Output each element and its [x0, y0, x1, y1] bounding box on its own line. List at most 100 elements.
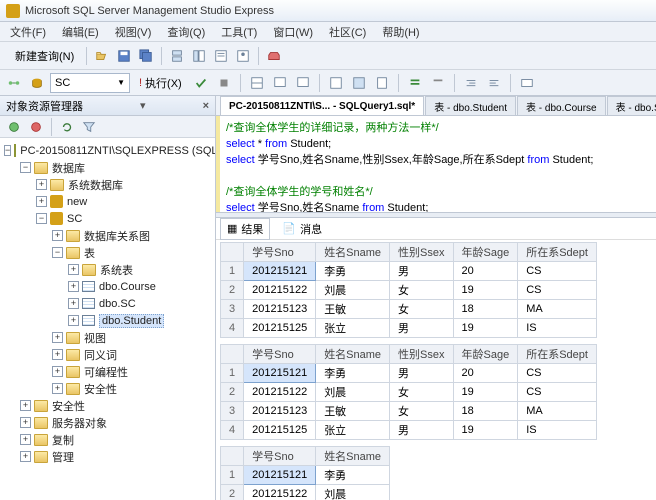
tab-sc[interactable]: 表 - dbo.SC [607, 96, 656, 115]
tab-course[interactable]: 表 - dbo.Course [517, 96, 606, 115]
results-text-button[interactable] [326, 73, 346, 93]
tab-query[interactable]: PC-20150811ZNTI\S... - SQLQuery1.sql* [220, 96, 424, 115]
cell[interactable]: 201215125 [244, 421, 316, 440]
menu-query[interactable]: 查询(Q) [161, 22, 211, 42]
available-db-button[interactable] [27, 73, 47, 93]
refresh-button[interactable] [57, 117, 77, 137]
toolbox-button[interactable] [264, 46, 284, 66]
menu-file[interactable]: 文件(F) [4, 22, 52, 42]
col-header[interactable]: 学号Sno [244, 345, 316, 364]
expander-icon[interactable]: + [36, 179, 47, 190]
expander-icon[interactable]: − [36, 213, 47, 224]
tree-tables[interactable]: 表 [84, 245, 95, 261]
cell[interactable]: 王敏 [316, 402, 390, 421]
tree-sc[interactable]: SC [67, 213, 82, 225]
menu-edit[interactable]: 编辑(E) [56, 22, 105, 42]
new-query-button[interactable]: 新建查询(N) [4, 45, 81, 67]
cell[interactable]: 201215125 [244, 319, 316, 338]
cell[interactable]: CS [518, 281, 597, 300]
cell[interactable]: 刘晨 [316, 485, 390, 500]
col-header[interactable]: 学号Sno [244, 447, 316, 466]
col-header[interactable]: 性别Ssex [390, 345, 453, 364]
col-header[interactable]: 所在系Sdept [518, 243, 597, 262]
expander-icon[interactable]: − [4, 145, 11, 156]
expander-icon[interactable]: + [20, 417, 31, 428]
expander-icon[interactable]: + [20, 434, 31, 445]
tab-student[interactable]: 表 - dbo.Student [425, 96, 516, 115]
cell[interactable]: 19 [453, 421, 518, 440]
properties-button[interactable] [233, 46, 253, 66]
cell[interactable]: 李勇 [316, 466, 390, 485]
tree-student[interactable]: dbo.Student [99, 314, 164, 328]
database-combo[interactable]: SC ▼ [50, 73, 130, 93]
cell[interactable]: 20 [453, 364, 518, 383]
row-number[interactable]: 2 [221, 485, 244, 500]
cell[interactable]: 19 [453, 281, 518, 300]
cell[interactable]: CS [518, 364, 597, 383]
cell[interactable]: 201215122 [244, 281, 316, 300]
row-number[interactable]: 2 [221, 281, 244, 300]
cell[interactable]: 男 [390, 319, 453, 338]
cell[interactable]: 19 [453, 383, 518, 402]
results-file-button[interactable] [372, 73, 392, 93]
registered-servers-button[interactable] [167, 46, 187, 66]
cell[interactable]: CS [518, 262, 597, 281]
save-button[interactable] [114, 46, 134, 66]
col-header[interactable]: 年龄Sage [453, 345, 518, 364]
uncomment-button[interactable] [428, 73, 448, 93]
table-row[interactable]: 4201215125张立男19IS [221, 421, 597, 440]
cell[interactable]: MA [518, 300, 597, 319]
menu-tools[interactable]: 工具(T) [215, 22, 263, 42]
cell[interactable]: 女 [390, 281, 453, 300]
disconnect-button[interactable] [26, 117, 46, 137]
cell[interactable]: 男 [390, 421, 453, 440]
tree-security[interactable]: 安全性 [52, 398, 85, 414]
cell[interactable]: 19 [453, 319, 518, 338]
cell[interactable]: 201215123 [244, 300, 316, 319]
col-header[interactable]: 姓名Sname [316, 447, 390, 466]
cell[interactable]: 女 [390, 300, 453, 319]
menu-view[interactable]: 视图(V) [109, 22, 158, 42]
cell[interactable]: 201215122 [244, 485, 316, 500]
col-header[interactable]: 学号Sno [244, 243, 316, 262]
result-grid-3[interactable]: 学号Sno姓名Sname1201215121李勇2201215122刘晨3201… [220, 446, 390, 500]
row-number[interactable]: 1 [221, 466, 244, 485]
cell[interactable]: 女 [390, 383, 453, 402]
cell[interactable]: 张立 [316, 319, 390, 338]
comment-button[interactable] [405, 73, 425, 93]
tree-synonyms[interactable]: 同义词 [84, 347, 117, 363]
object-tree[interactable]: −PC-20150811ZNTI\SQLEXPRESS (SQL Ser −数据… [0, 138, 215, 500]
tree-replication[interactable]: 复制 [52, 432, 74, 448]
cell[interactable]: 201215121 [244, 262, 316, 281]
cell[interactable]: CS [518, 383, 597, 402]
tree-views[interactable]: 视图 [84, 330, 106, 346]
expander-icon[interactable]: + [68, 281, 79, 292]
table-row[interactable]: 1201215121李勇 [221, 466, 390, 485]
execute-button[interactable]: ! 执行(X) [133, 73, 188, 93]
menu-window[interactable]: 窗口(W) [267, 22, 319, 42]
cell[interactable]: 刘晨 [316, 383, 390, 402]
cell[interactable]: 李勇 [316, 262, 390, 281]
indent-button[interactable] [461, 73, 481, 93]
change-connection-button[interactable] [4, 73, 24, 93]
cell[interactable]: 201215121 [244, 466, 316, 485]
tree-sctbl[interactable]: dbo.SC [99, 298, 136, 310]
cancel-button[interactable] [214, 73, 234, 93]
cell[interactable]: 李勇 [316, 364, 390, 383]
include-plan-button[interactable] [293, 73, 313, 93]
expander-icon[interactable]: + [52, 366, 63, 377]
table-row[interactable]: 2201215122刘晨女19CS [221, 281, 597, 300]
tree-databases[interactable]: 数据库 [52, 160, 85, 176]
row-number[interactable]: 1 [221, 364, 244, 383]
tree-course[interactable]: dbo.Course [99, 281, 156, 293]
expander-icon[interactable]: + [68, 315, 79, 326]
cell[interactable]: 201215122 [244, 383, 316, 402]
specify-values-button[interactable] [517, 73, 537, 93]
col-header[interactable]: 年龄Sage [453, 243, 518, 262]
cell[interactable]: 20 [453, 262, 518, 281]
cell[interactable]: 18 [453, 300, 518, 319]
parse-button[interactable] [191, 73, 211, 93]
table-row[interactable]: 4201215125张立男19IS [221, 319, 597, 338]
object-explorer-button[interactable] [189, 46, 209, 66]
cell[interactable]: 201215121 [244, 364, 316, 383]
